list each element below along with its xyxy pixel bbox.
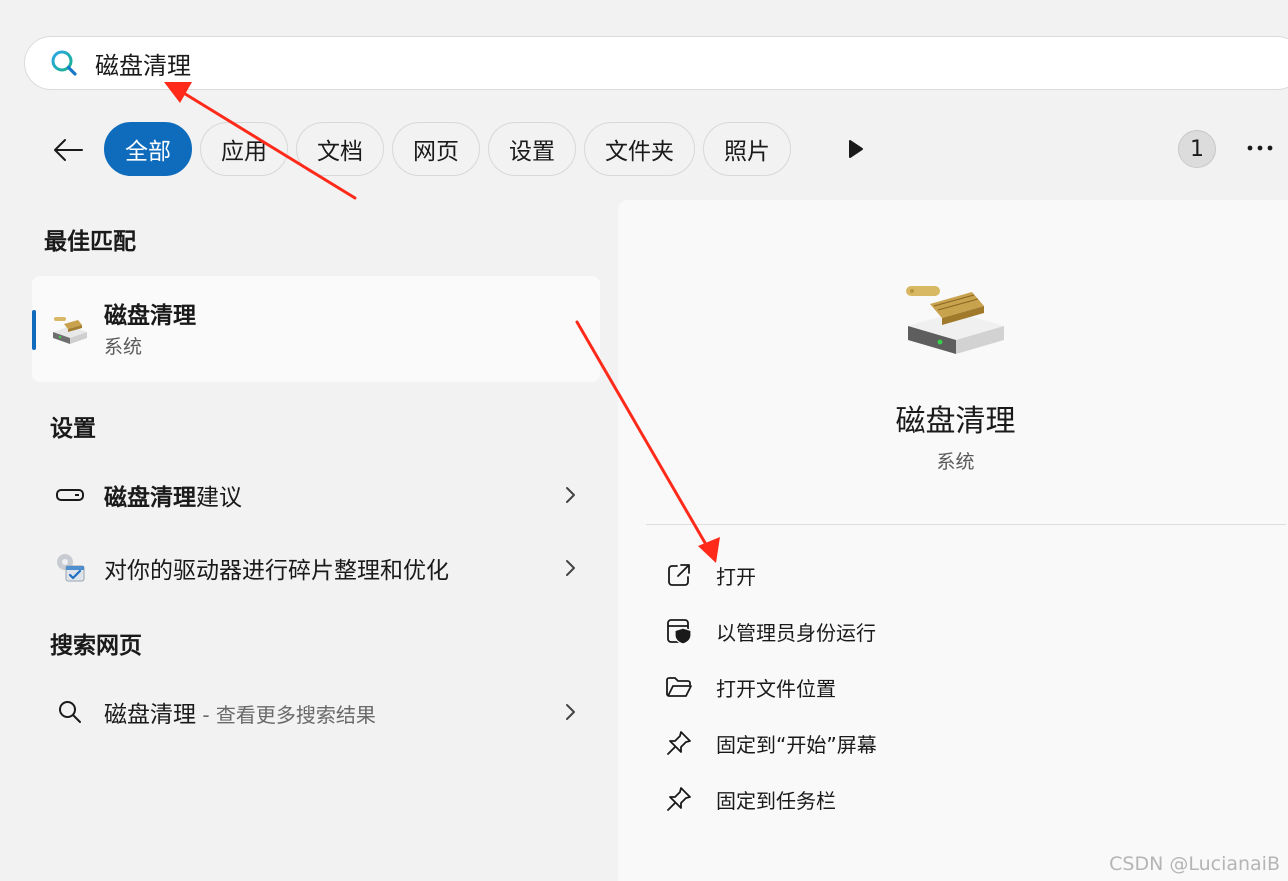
pin-icon (664, 728, 694, 758)
chevron-right-icon (560, 702, 580, 722)
best-match-type: 系统 (104, 336, 143, 358)
disk-cleanup-large-icon (904, 280, 1008, 362)
filter-tabs: 全部 应用 文档 网页 设置 文件夹 照片 (104, 122, 791, 176)
best-match-name: 磁盘清理 (104, 303, 196, 329)
open-external-icon (664, 560, 694, 590)
ellipsis-icon (1247, 145, 1273, 151)
action-open[interactable]: 打开 (664, 555, 756, 595)
pin-icon (664, 784, 694, 814)
search-icon (50, 692, 90, 732)
best-match-card[interactable]: 磁盘清理 系统 (32, 276, 600, 382)
defrag-icon (50, 548, 90, 588)
admin-shield-icon (664, 616, 694, 646)
action-open-file-location[interactable]: 打开文件位置 (664, 667, 836, 707)
back-arrow-icon (54, 139, 83, 161)
more-options-button[interactable] (1240, 132, 1280, 164)
filter-documents[interactable]: 文档 (296, 122, 384, 176)
action-label: 以管理员身份运行 (716, 620, 876, 645)
folder-icon (664, 672, 694, 702)
action-label: 打开文件位置 (716, 676, 836, 701)
action-run-as-admin[interactable]: 以管理员身份运行 (664, 611, 876, 651)
filter-web[interactable]: 网页 (392, 122, 480, 176)
chevron-right-icon (560, 485, 580, 505)
filter-folders[interactable]: 文件夹 (584, 122, 695, 176)
section-best-match: 最佳匹配 (44, 229, 136, 255)
action-label: 固定到“开始”屏幕 (716, 732, 877, 757)
more-filters-button[interactable] (840, 134, 872, 164)
detail-app-type: 系统 (936, 451, 975, 473)
action-label: 固定到任务栏 (716, 788, 836, 813)
watermark: CSDN @LucianaiB (1109, 853, 1280, 875)
play-icon (849, 140, 863, 158)
selection-indicator (32, 310, 36, 350)
search-input[interactable] (95, 49, 695, 77)
settings-item-label: 建议 (196, 485, 242, 511)
rewards-badge[interactable]: 1 (1178, 130, 1216, 168)
action-pin-to-taskbar[interactable]: 固定到任务栏 (664, 779, 836, 819)
disk-cleanup-icon (50, 312, 90, 350)
web-search-term: 磁盘清理 (104, 702, 196, 728)
filter-settings[interactable]: 设置 (488, 122, 576, 176)
chevron-right-icon (560, 558, 580, 578)
drive-icon (50, 475, 90, 515)
settings-item-highlight: 磁盘清理 (104, 485, 196, 511)
filter-photos[interactable]: 照片 (703, 122, 791, 176)
settings-item-label: 对你的驱动器进行碎片整理和优化 (104, 558, 449, 584)
web-search-suffix: - 查看更多搜索结果 (196, 703, 376, 727)
filter-all[interactable]: 全部 (104, 122, 192, 176)
action-label: 打开 (716, 564, 756, 589)
section-search-web: 搜索网页 (50, 633, 142, 659)
divider (646, 524, 1286, 525)
detail-app-name: 磁盘清理 (895, 404, 1016, 439)
section-settings: 设置 (50, 416, 96, 442)
search-icon (49, 48, 79, 78)
search-box[interactable] (24, 36, 1288, 90)
filter-apps[interactable]: 应用 (200, 122, 288, 176)
web-search-item[interactable]: 磁盘清理 - 查看更多搜索结果 (50, 687, 580, 737)
settings-item-defragment[interactable]: 对你的驱动器进行碎片整理和优化 (50, 543, 580, 593)
detail-panel: 磁盘清理 系统 打开 以管理员身份运行 打开文件位置 固定到“开始”屏幕 固定到… (618, 200, 1288, 881)
settings-item-disk-cleanup-recommendations[interactable]: 磁盘清理建议 (50, 470, 580, 520)
action-pin-to-start[interactable]: 固定到“开始”屏幕 (664, 723, 877, 763)
back-button[interactable] (48, 130, 88, 170)
